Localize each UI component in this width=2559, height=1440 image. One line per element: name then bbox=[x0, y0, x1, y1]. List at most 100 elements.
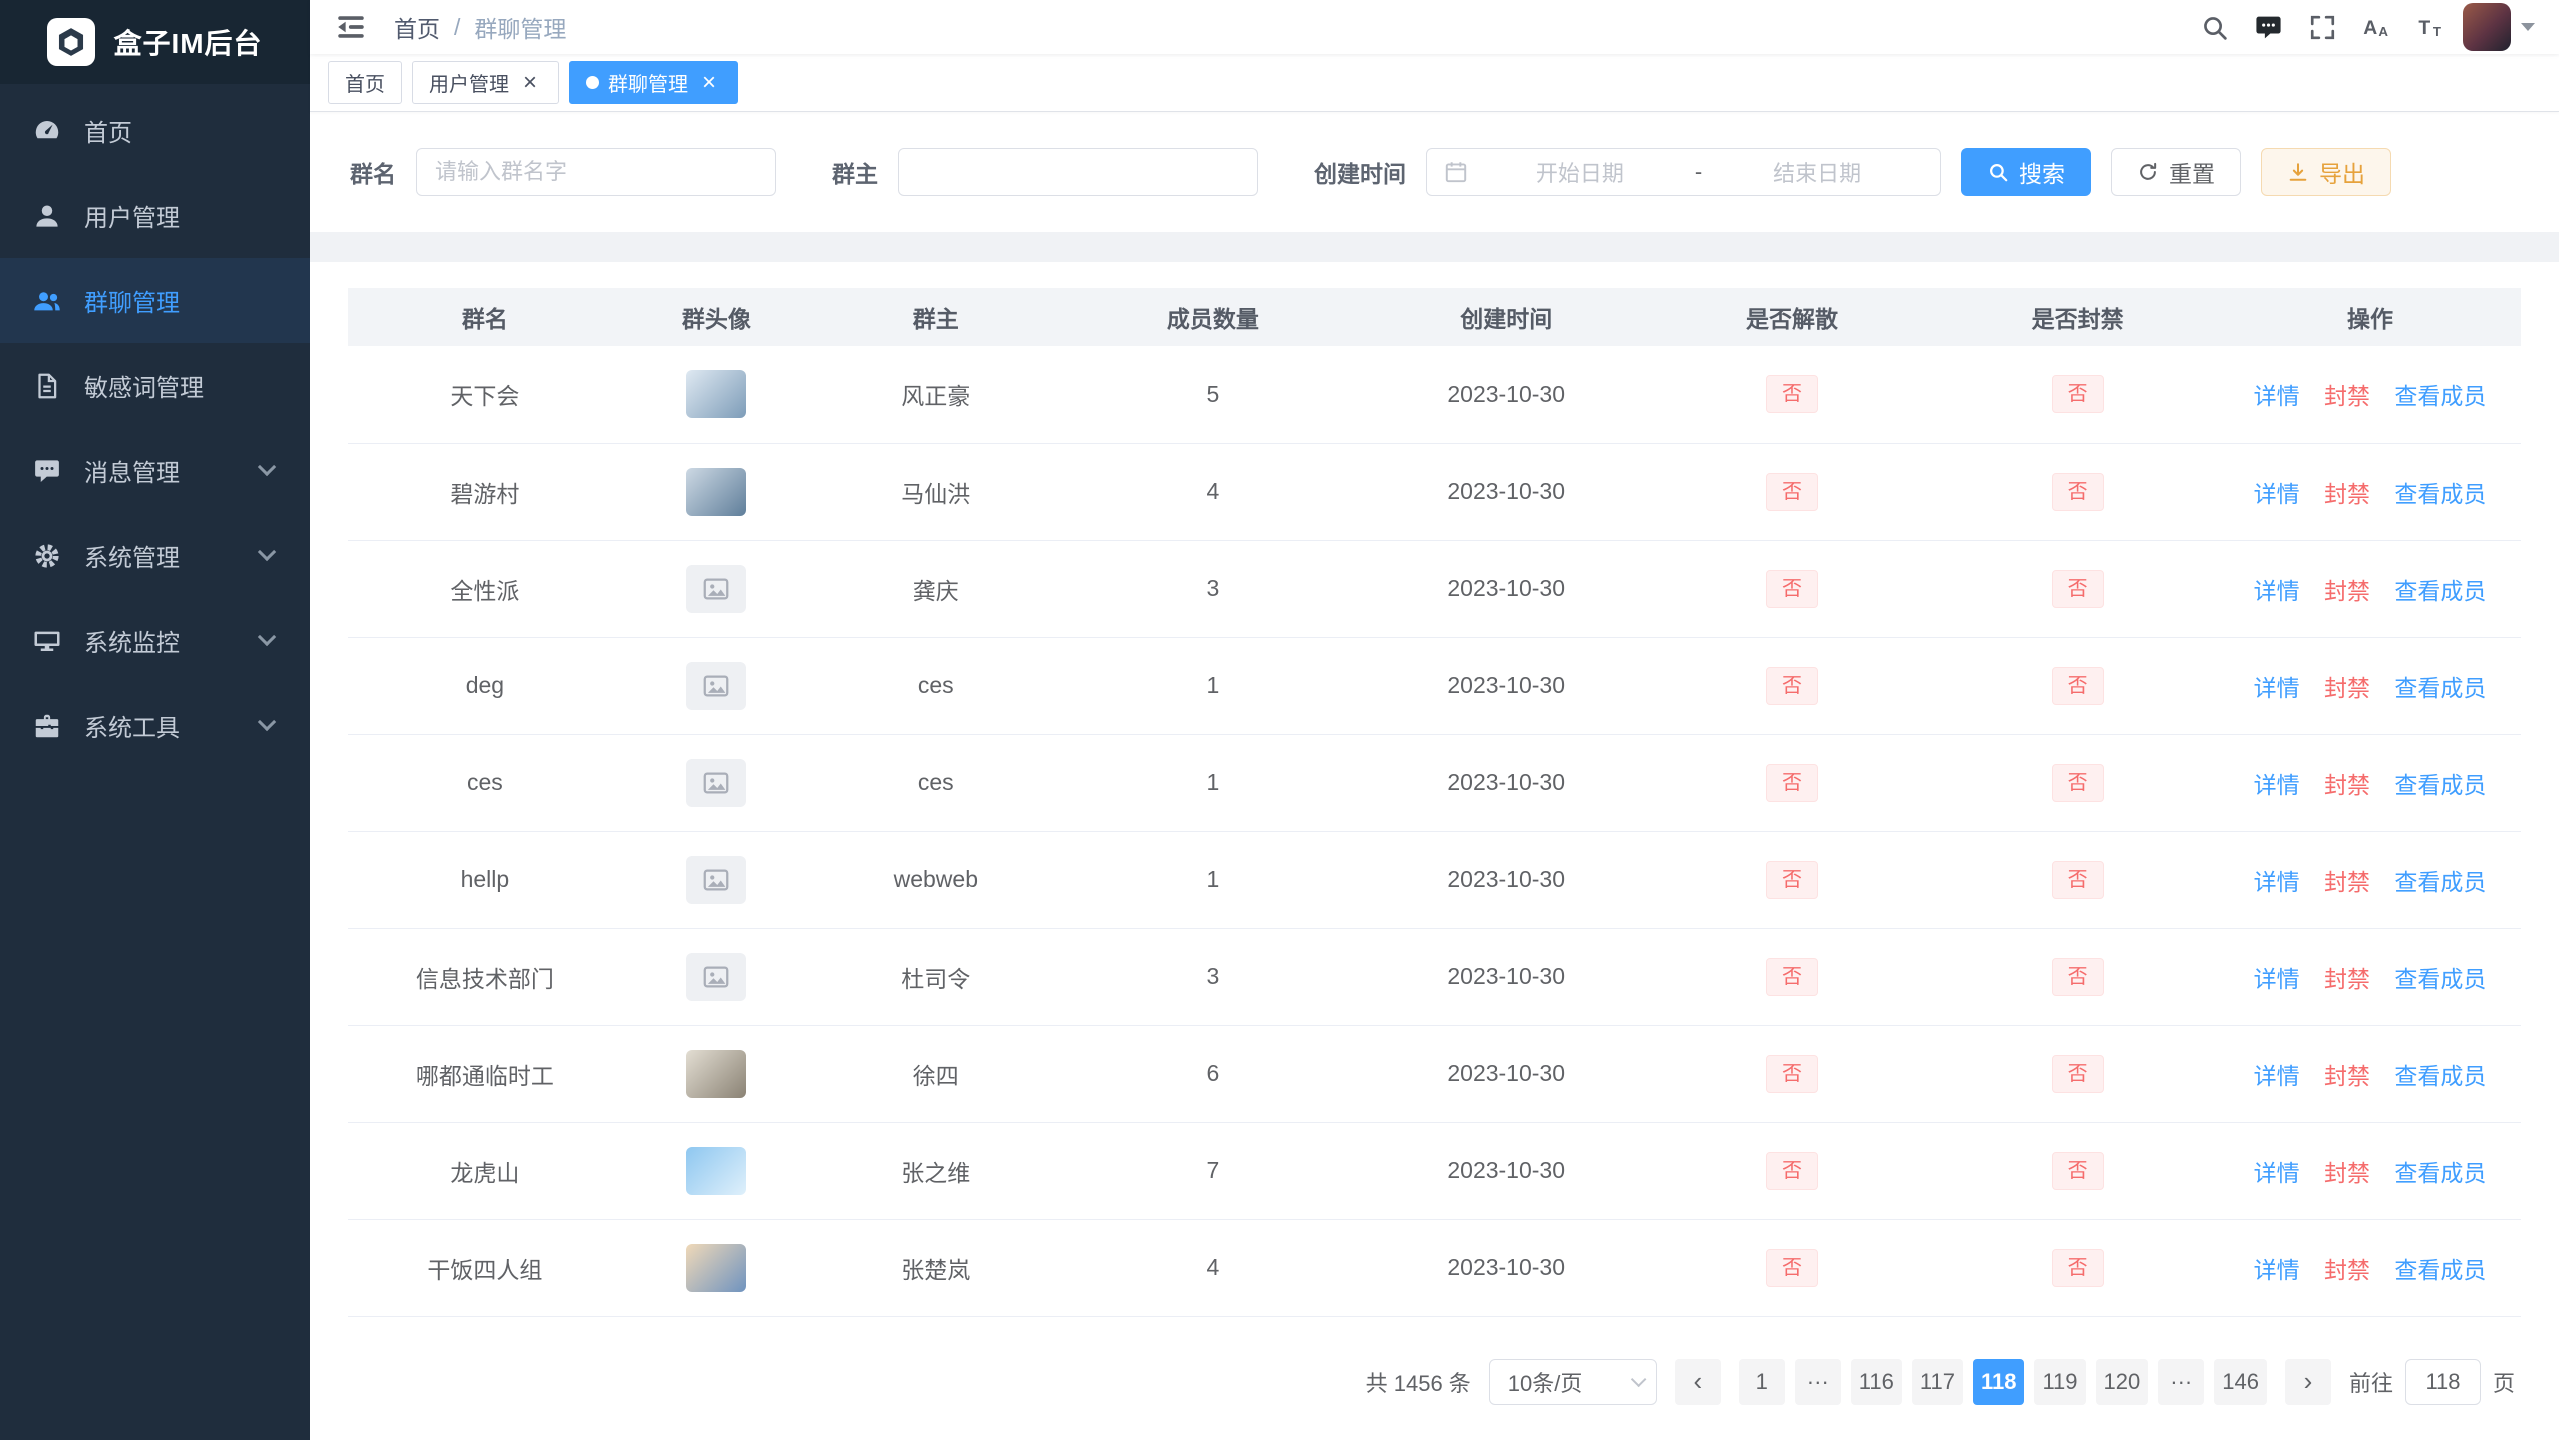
ban-link[interactable]: 封禁 bbox=[2324, 481, 2370, 507]
members-count-cell: 3 bbox=[1061, 928, 1365, 1025]
next-page-button[interactable]: › bbox=[2285, 1359, 2331, 1405]
actions-cell: 详情 封禁 查看成员 bbox=[2219, 1219, 2521, 1316]
view-members-link[interactable]: 查看成员 bbox=[2394, 869, 2486, 895]
detail-link[interactable]: 详情 bbox=[2254, 966, 2300, 992]
app-logo[interactable]: 盒子IM后台 bbox=[0, 0, 310, 84]
banned-cell: 否 bbox=[1936, 540, 2218, 637]
banned-cell: 否 bbox=[1936, 637, 2218, 734]
sidebar-menu: 首页 用户管理 群聊管理 敏感词管理 消 bbox=[0, 84, 310, 768]
table-header-row: 群名群头像群主成员数量创建时间是否解散是否封禁操作 bbox=[348, 288, 2521, 346]
detail-link[interactable]: 详情 bbox=[2254, 383, 2300, 409]
detail-link[interactable]: 详情 bbox=[2254, 481, 2300, 507]
detail-link[interactable]: 详情 bbox=[2254, 578, 2300, 604]
prev-page-button[interactable]: ‹ bbox=[1675, 1359, 1721, 1405]
detail-link[interactable]: 详情 bbox=[2254, 1063, 2300, 1089]
close-icon[interactable]: × bbox=[518, 71, 542, 95]
reset-button[interactable]: 重置 bbox=[2111, 148, 2241, 196]
actions-cell: 详情 封禁 查看成员 bbox=[2219, 637, 2521, 734]
dissolved-badge: 否 bbox=[1766, 570, 1818, 608]
search-icon[interactable] bbox=[2191, 4, 2237, 50]
created-time-cell: 2023-10-30 bbox=[1365, 1025, 1647, 1122]
owner-cell: webweb bbox=[811, 831, 1061, 928]
column-header: 创建时间 bbox=[1365, 288, 1647, 346]
image-placeholder-icon bbox=[686, 565, 746, 613]
group-avatar-cell bbox=[622, 1025, 811, 1122]
font-size-icon[interactable]: AA bbox=[2353, 4, 2399, 50]
tab[interactable]: 首页 bbox=[328, 61, 402, 104]
view-members-link[interactable]: 查看成员 bbox=[2394, 1257, 2486, 1283]
goto-page-input[interactable] bbox=[2405, 1359, 2481, 1405]
breadcrumb-home[interactable]: 首页 bbox=[394, 10, 440, 44]
ban-link[interactable]: 封禁 bbox=[2324, 1063, 2370, 1089]
text-icon[interactable]: TT bbox=[2407, 4, 2453, 50]
date-range-picker[interactable]: 开始日期 - 结束日期 bbox=[1426, 148, 1941, 196]
svg-text:T: T bbox=[2418, 18, 2430, 39]
sidebar-item[interactable]: 敏感词管理 bbox=[0, 343, 310, 428]
svg-text:A: A bbox=[2378, 23, 2388, 38]
close-icon[interactable]: × bbox=[697, 71, 721, 95]
dissolved-badge: 否 bbox=[1766, 473, 1818, 511]
page-button[interactable]: 116 bbox=[1851, 1359, 1902, 1405]
detail-link[interactable]: 详情 bbox=[2254, 772, 2300, 798]
view-members-link[interactable]: 查看成员 bbox=[2394, 772, 2486, 798]
ban-link[interactable]: 封禁 bbox=[2324, 1257, 2370, 1283]
page-content: 群名 群主 创建时间 开始日期 - 结束日期 bbox=[310, 112, 2559, 1440]
goto-suffix: 页 bbox=[2493, 1366, 2515, 1398]
created-label: 创建时间 bbox=[1314, 155, 1406, 189]
view-members-link[interactable]: 查看成员 bbox=[2394, 966, 2486, 992]
view-members-link[interactable]: 查看成员 bbox=[2394, 481, 2486, 507]
page-button[interactable]: 118 bbox=[1973, 1359, 2025, 1405]
tab[interactable]: 用户管理 × bbox=[412, 61, 559, 104]
view-members-link[interactable]: 查看成员 bbox=[2394, 578, 2486, 604]
ban-link[interactable]: 封禁 bbox=[2324, 1160, 2370, 1186]
ban-link[interactable]: 封禁 bbox=[2324, 675, 2370, 701]
page-button[interactable]: 120 bbox=[2096, 1359, 2149, 1405]
user-menu[interactable] bbox=[2463, 3, 2535, 51]
created-time-cell: 2023-10-30 bbox=[1365, 928, 1647, 1025]
banned-badge: 否 bbox=[2052, 375, 2104, 413]
view-members-link[interactable]: 查看成员 bbox=[2394, 1063, 2486, 1089]
ban-link[interactable]: 封禁 bbox=[2324, 772, 2370, 798]
fullscreen-icon[interactable] bbox=[2299, 4, 2345, 50]
view-members-link[interactable]: 查看成员 bbox=[2394, 1160, 2486, 1186]
page-button[interactable]: 119 bbox=[2034, 1359, 2085, 1405]
ban-link[interactable]: 封禁 bbox=[2324, 383, 2370, 409]
ban-link[interactable]: 封禁 bbox=[2324, 966, 2370, 992]
message-icon[interactable] bbox=[2245, 4, 2291, 50]
page-button[interactable]: ··· bbox=[2158, 1359, 2204, 1405]
detail-link[interactable]: 详情 bbox=[2254, 1257, 2300, 1283]
sidebar-item-label: 群聊管理 bbox=[84, 283, 278, 318]
page-size-select[interactable]: 10条/页 bbox=[1489, 1359, 1657, 1405]
sidebar-item[interactable]: 用户管理 bbox=[0, 173, 310, 258]
sidebar-item[interactable]: 消息管理 bbox=[0, 428, 310, 513]
sidebar-item[interactable]: 系统管理 bbox=[0, 513, 310, 598]
sidebar-item-label: 首页 bbox=[84, 113, 278, 148]
sidebar-item[interactable]: 首页 bbox=[0, 88, 310, 173]
owner-input[interactable] bbox=[898, 148, 1258, 196]
view-members-link[interactable]: 查看成员 bbox=[2394, 383, 2486, 409]
detail-link[interactable]: 详情 bbox=[2254, 1160, 2300, 1186]
view-members-link[interactable]: 查看成员 bbox=[2394, 675, 2486, 701]
dissolved-cell: 否 bbox=[1647, 1122, 1936, 1219]
tab[interactable]: 群聊管理 × bbox=[569, 61, 738, 104]
user-avatar bbox=[2463, 3, 2511, 51]
sidebar-item[interactable]: 系统工具 bbox=[0, 683, 310, 768]
monitor-icon bbox=[32, 626, 62, 656]
ban-link[interactable]: 封禁 bbox=[2324, 578, 2370, 604]
ban-link[interactable]: 封禁 bbox=[2324, 869, 2370, 895]
group-name-input[interactable] bbox=[416, 148, 776, 196]
page-button[interactable]: 1 bbox=[1739, 1359, 1785, 1405]
detail-link[interactable]: 详情 bbox=[2254, 675, 2300, 701]
detail-link[interactable]: 详情 bbox=[2254, 869, 2300, 895]
sidebar-item[interactable]: 系统监控 bbox=[0, 598, 310, 683]
chevron-down-icon bbox=[258, 713, 276, 731]
page-button[interactable]: 146 bbox=[2214, 1359, 2267, 1405]
page-button[interactable]: 117 bbox=[1912, 1359, 1963, 1405]
sidebar-collapse-icon[interactable] bbox=[334, 10, 368, 44]
sidebar-item[interactable]: 群聊管理 bbox=[0, 258, 310, 343]
banned-cell: 否 bbox=[1936, 346, 2218, 443]
tab-label: 群聊管理 bbox=[608, 68, 688, 97]
export-button[interactable]: 导出 bbox=[2261, 148, 2391, 196]
page-button[interactable]: ··· bbox=[1795, 1359, 1841, 1405]
search-button[interactable]: 搜索 bbox=[1961, 148, 2091, 196]
